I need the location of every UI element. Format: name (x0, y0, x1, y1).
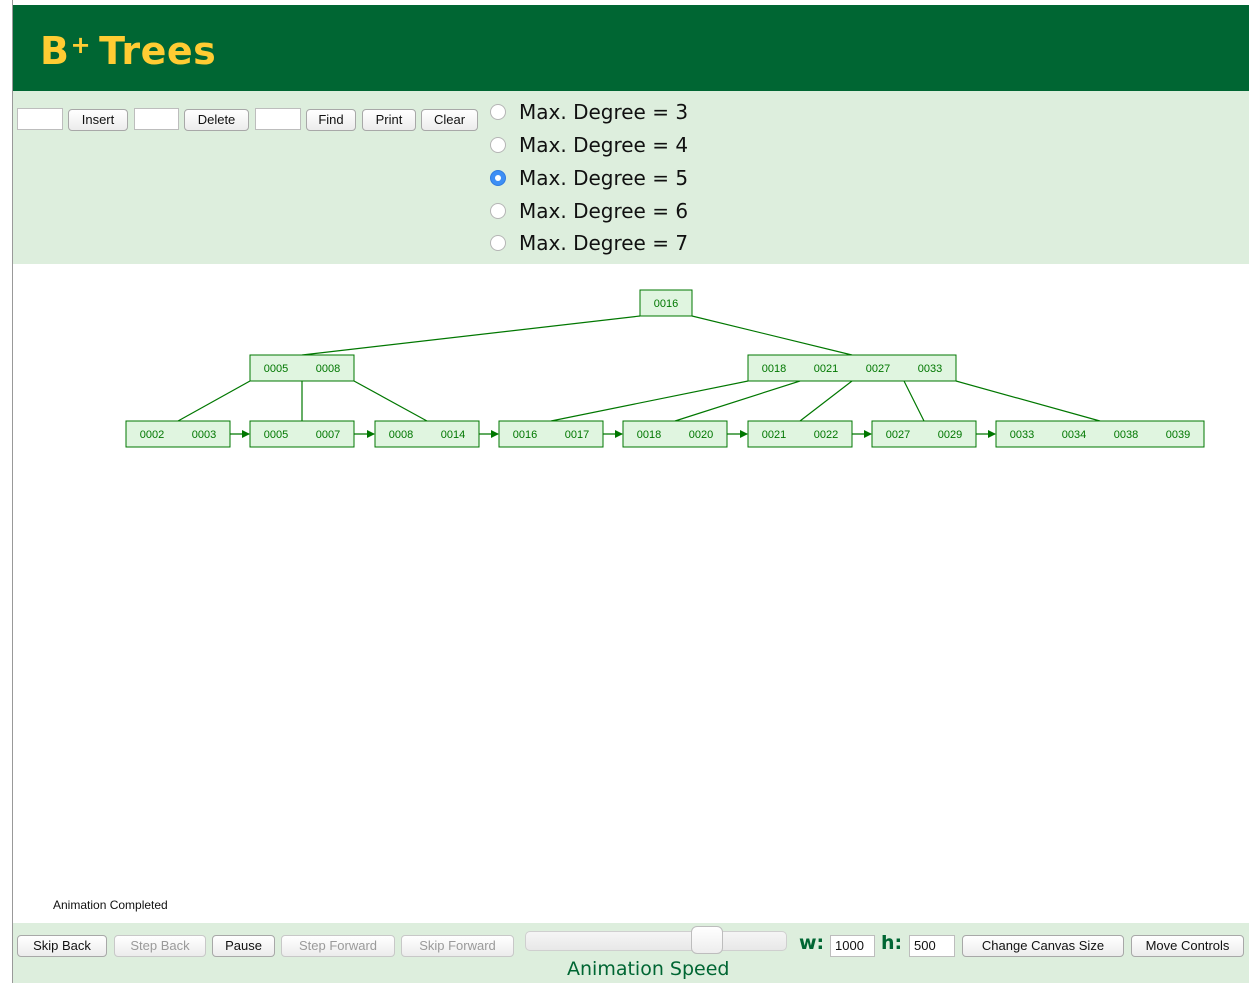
tree-key: 0018 (637, 429, 661, 441)
tree-key: 0002 (140, 429, 164, 441)
tree-key: 0033 (1010, 429, 1034, 441)
skip-back-button[interactable]: Skip Back (17, 935, 107, 957)
tree-key: 0034 (1062, 429, 1086, 441)
canvas-width-label: w: (799, 932, 825, 954)
tree-key: 0016 (654, 298, 678, 310)
tree-key: 0033 (918, 363, 942, 375)
animation-speed-slider[interactable] (525, 931, 787, 951)
tree-key: 0018 (762, 363, 786, 375)
bplus-tree-diagram: 0002 0003 0005 0007 0008 0014 0016 0017 0018 0020… (125, 289, 1205, 448)
leaf-node: 0033 0034 0038 0039 (995, 420, 1205, 448)
canvas-width-input[interactable]: 1000 (830, 935, 875, 957)
change-canvas-size-button[interactable]: Change Canvas Size (962, 935, 1124, 957)
leaf-node: 0021 0022 (747, 420, 853, 448)
tree-key: 0008 (316, 363, 340, 375)
tree-edge (177, 380, 251, 422)
tree-edge (799, 380, 853, 422)
tree-key: 0017 (565, 429, 589, 441)
canvas-height-input[interactable]: 500 (909, 935, 955, 957)
tree-key: 0007 (316, 429, 340, 441)
tree-key: 0005 (264, 363, 288, 375)
internal-node: 0005 0008 (249, 354, 355, 382)
tree-key: 0027 (886, 429, 910, 441)
tree-key: 0022 (814, 429, 838, 441)
pause-button[interactable]: Pause (212, 935, 275, 957)
leaf-node: 0027 0029 (871, 420, 977, 448)
step-forward-button[interactable]: Step Forward (281, 935, 395, 957)
tree-key: 0020 (689, 429, 713, 441)
step-back-button[interactable]: Step Back (114, 935, 206, 957)
animation-speed-label: Animation Speed (567, 958, 730, 980)
skip-forward-button[interactable]: Skip Forward (401, 935, 514, 957)
tree-key: 0008 (389, 429, 413, 441)
tree-key: 0039 (1166, 429, 1190, 441)
move-controls-button[interactable]: Move Controls (1131, 935, 1244, 957)
root-node: 0016 (639, 289, 693, 317)
tree-edge (674, 380, 801, 422)
tree-key: 0014 (441, 429, 465, 441)
tree-edge (301, 315, 641, 356)
tree-key: 0038 (1114, 429, 1138, 441)
leaf-node: 0016 0017 (498, 420, 604, 448)
tree-key: 0021 (762, 429, 786, 441)
leaf-node: 0008 0014 (374, 420, 480, 448)
tree-key: 0027 (866, 363, 890, 375)
leaf-node: 0018 0020 (622, 420, 728, 448)
tree-edge (955, 380, 1101, 422)
animation-status-text: Animation Completed (53, 898, 168, 912)
tree-key: 0021 (814, 363, 838, 375)
tree-key: 0016 (513, 429, 537, 441)
leaf-node: 0005 0007 (249, 420, 355, 448)
tree-key: 0029 (938, 429, 962, 441)
tree-edge (903, 380, 925, 422)
tree-key: 0003 (192, 429, 216, 441)
tree-edge (691, 315, 853, 356)
leaf-node: 0002 0003 (125, 420, 231, 448)
tree-edge (353, 380, 428, 422)
tree-key: 0005 (264, 429, 288, 441)
canvas-height-label: h: (881, 932, 903, 954)
tree-edge (550, 380, 749, 422)
internal-node: 0018 0021 0027 0033 (747, 354, 957, 382)
slider-thumb[interactable] (690, 926, 723, 954)
